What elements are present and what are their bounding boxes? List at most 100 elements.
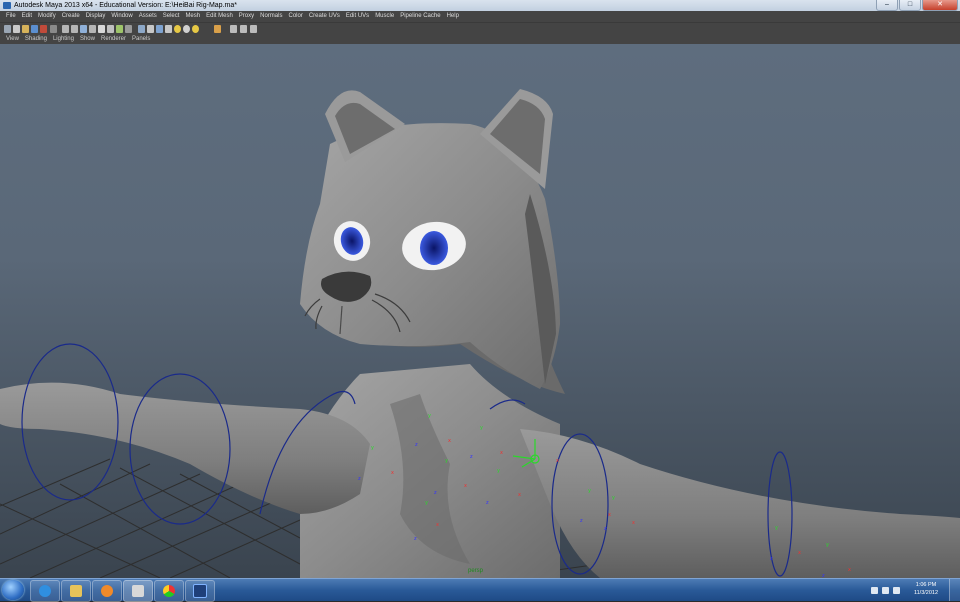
svg-text:y: y (480, 425, 483, 431)
clock-time: 1:06 PM (915, 582, 937, 588)
menu-edit-uvs[interactable]: Edit UVs (343, 11, 372, 22)
photoshop-icon[interactable] (185, 580, 215, 602)
svg-text:x: x (436, 522, 439, 528)
maya-icon[interactable] (123, 580, 153, 602)
svg-text:y: y (497, 468, 500, 474)
svg-text:x: x (448, 438, 451, 444)
menu-help[interactable]: Help (444, 11, 462, 22)
save-scene-icon[interactable] (31, 25, 38, 33)
svg-text:y: y (425, 500, 428, 506)
mask-icon[interactable] (80, 25, 87, 33)
new-scene-icon[interactable] (13, 25, 20, 33)
menu-file[interactable]: File (3, 11, 19, 22)
camera-label: persp (468, 568, 484, 574)
character-mesh (0, 89, 960, 578)
make-live-icon[interactable] (125, 25, 132, 33)
menu-edit[interactable]: Edit (19, 11, 35, 22)
svg-text:x: x (632, 520, 635, 526)
svg-text:x: x (464, 483, 467, 489)
menu-muscle[interactable]: Muscle (372, 11, 397, 22)
menu-select[interactable]: Select (160, 11, 183, 22)
panel-menu-view[interactable]: View (3, 35, 22, 44)
clock-date: 11/3/2012 (913, 590, 939, 596)
select-component-icon[interactable] (71, 25, 78, 33)
svg-text:z: z (358, 476, 361, 482)
select-hierarchy-icon[interactable] (50, 25, 57, 33)
svg-text:x: x (848, 567, 851, 573)
hypershade-icon[interactable] (174, 25, 181, 33)
svg-text:y: y (588, 488, 591, 494)
network-icon[interactable] (882, 586, 889, 594)
menu-create-uvs[interactable]: Create UVs (306, 11, 343, 22)
svg-text:y: y (775, 525, 778, 531)
svg-text:z: z (486, 500, 489, 506)
start-button[interactable] (2, 580, 24, 600)
svg-text:z: z (414, 536, 417, 542)
action-center-icon[interactable] (871, 586, 878, 594)
history-icon[interactable] (138, 25, 145, 33)
menu-create[interactable]: Create (59, 11, 83, 22)
panel-menu-panels[interactable]: Panels (129, 35, 153, 44)
internet-explorer-icon[interactable] (30, 580, 60, 602)
svg-text:y: y (445, 458, 448, 464)
svg-text:x: x (518, 492, 521, 498)
menu-display[interactable]: Display (83, 11, 109, 22)
svg-text:x: x (556, 458, 559, 464)
close-button[interactable]: ✕ (922, 0, 958, 11)
menu-color[interactable]: Color (285, 11, 305, 22)
chrome-icon[interactable] (154, 580, 184, 602)
panel-menu-shading[interactable]: Shading (22, 35, 50, 44)
svg-text:x: x (391, 470, 394, 476)
volume-icon[interactable] (893, 586, 900, 594)
panel-menu-show[interactable]: Show (77, 35, 98, 44)
menu-proxy[interactable]: Proxy (236, 11, 257, 22)
perspective-viewport[interactable]: yxz yxz yxz yxz yxz yxz yxz yxz yxz yxz … (0, 44, 960, 578)
svg-text:y: y (371, 445, 374, 451)
svg-text:y: y (826, 542, 829, 548)
snap-curve-icon[interactable] (98, 25, 105, 33)
maximize-button[interactable]: □ (899, 0, 921, 11)
render-icon[interactable] (147, 25, 154, 33)
panel-menu-lighting[interactable]: Lighting (50, 35, 77, 44)
menu-normals[interactable]: Normals (257, 11, 285, 22)
show-desktop-button[interactable] (949, 579, 960, 601)
menu-window[interactable]: Window (108, 11, 135, 22)
select-object-icon[interactable] (62, 25, 69, 33)
menu-pipeline-cache[interactable]: Pipeline Cache (397, 11, 443, 22)
light-icon[interactable] (192, 25, 199, 33)
snap-view-icon[interactable] (116, 25, 123, 33)
svg-text:y: y (428, 413, 431, 419)
sphere-icon[interactable] (183, 25, 190, 33)
menu-edit-mesh[interactable]: Edit Mesh (203, 11, 236, 22)
svg-text:z: z (604, 526, 607, 532)
svg-text:z: z (415, 442, 418, 448)
input-field-icon[interactable] (214, 25, 221, 33)
open-scene-icon[interactable] (22, 25, 29, 33)
file-explorer-icon[interactable] (61, 580, 91, 602)
render-settings-icon[interactable] (165, 25, 172, 33)
menu-mesh[interactable]: Mesh (182, 11, 203, 22)
ipr-render-icon[interactable] (156, 25, 163, 33)
snap-grid-icon[interactable] (89, 25, 96, 33)
maya-app-icon (3, 2, 11, 9)
record-icon[interactable] (40, 25, 47, 33)
mode-selector-icon[interactable] (4, 25, 11, 33)
svg-text:x: x (608, 512, 611, 518)
clock[interactable]: 1:06 PM 11/3/2012 (906, 581, 946, 597)
attribute-editor-icon[interactable] (230, 25, 237, 33)
svg-text:x: x (500, 450, 503, 456)
media-player-icon[interactable] (92, 580, 122, 602)
channel-box-icon[interactable] (240, 25, 247, 33)
viewport-scene: yxz yxz yxz yxz yxz yxz yxz yxz yxz yxz … (0, 89, 960, 578)
svg-text:z: z (770, 556, 773, 562)
window-controls: – □ ✕ (876, 0, 958, 11)
snap-point-icon[interactable] (107, 25, 114, 33)
tool-settings-icon[interactable] (250, 25, 257, 33)
svg-text:z: z (434, 490, 437, 496)
menu-assets[interactable]: Assets (136, 11, 160, 22)
minimize-button[interactable]: – (876, 0, 898, 11)
svg-text:y: y (612, 495, 615, 501)
menu-modify[interactable]: Modify (35, 11, 59, 22)
panel-menu-renderer[interactable]: Renderer (98, 35, 129, 44)
status-line-toolbar (0, 22, 960, 36)
